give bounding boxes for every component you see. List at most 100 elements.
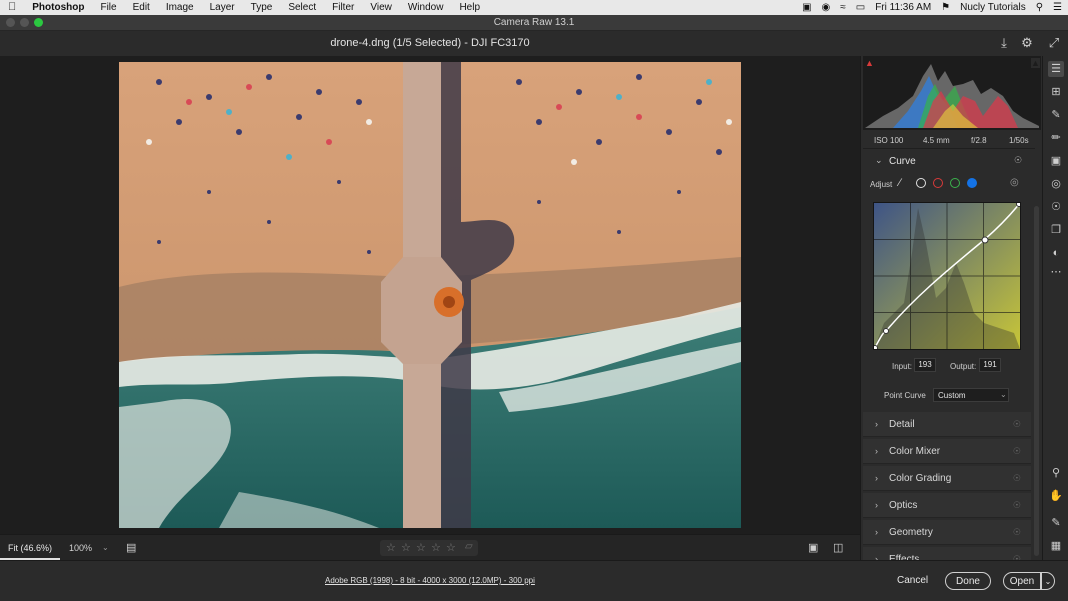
single-view-icon[interactable]: ▣	[808, 541, 818, 554]
red-eye-icon[interactable]: ☉	[1048, 199, 1064, 215]
menu-window[interactable]: Window	[400, 0, 452, 15]
edit-panel: ▲ ▲ ISO 100 4.5 mm f/2.8 1/50s ⌄ Curve ☉…	[860, 56, 1042, 560]
menu-select[interactable]: Select	[280, 0, 324, 15]
histogram[interactable]	[863, 56, 1041, 130]
workflow-options-link[interactable]: Adobe RGB (1998) - 8 bit - 4000 x 3000 (…	[325, 576, 535, 585]
curve-graph[interactable]	[872, 201, 1022, 351]
visibility-eye-icon[interactable]: ☉	[1013, 493, 1021, 518]
screen-record-icon[interactable]: ▣	[802, 2, 811, 13]
menu-type[interactable]: Type	[243, 0, 281, 15]
green-channel-circle-icon[interactable]	[950, 178, 960, 188]
drone-beach-image	[119, 62, 741, 528]
star-1-icon[interactable]: ☆	[386, 541, 396, 554]
curve-title: Curve	[889, 156, 916, 167]
menu-image[interactable]: Image	[158, 0, 202, 15]
menu-view[interactable]: View	[362, 0, 400, 15]
spotlight-search-icon[interactable]: ⚲	[1036, 2, 1043, 13]
airplay-icon[interactable]: ▭	[856, 2, 865, 13]
point-curve-select[interactable]: Custom ⌄	[933, 388, 1009, 402]
menubar:  Photoshop File Edit Image Layer Type S…	[0, 0, 1068, 15]
zoom-tool-icon[interactable]: ⚲	[1048, 465, 1064, 481]
visibility-eye-icon[interactable]: ☉	[1013, 520, 1021, 545]
section-label: Detail	[889, 419, 915, 430]
image-canvas[interactable]	[0, 56, 860, 534]
flag-icon[interactable]: ⚑	[941, 2, 950, 13]
delete-trash-icon[interactable]: ▱	[465, 541, 473, 552]
menu-filter[interactable]: Filter	[324, 0, 362, 15]
star-3-icon[interactable]: ☆	[416, 541, 426, 554]
menu-file[interactable]: File	[92, 0, 124, 15]
user-name[interactable]: Nucly Tutorials	[960, 2, 1026, 13]
star-4-icon[interactable]: ☆	[431, 541, 441, 554]
menu-edit[interactable]: Edit	[125, 0, 158, 15]
shadow-clipping-warning-icon[interactable]: ▲	[865, 58, 874, 68]
apple-icon[interactable]: 	[0, 0, 24, 15]
section-color-grading[interactable]: › Color Grading ☉	[863, 466, 1031, 491]
panel-scrollbar[interactable]	[1034, 206, 1039, 556]
graduated-filter-icon[interactable]: ▣	[1048, 153, 1064, 169]
snapshots-icon[interactable]: ❐	[1048, 222, 1064, 238]
footer: Adobe RGB (1998) - 8 bit - 4000 x 3000 (…	[0, 560, 1068, 601]
highlight-clipping-warning-icon[interactable]: ▲	[1031, 58, 1040, 68]
filmstrip-toggle-icon[interactable]: ▤	[126, 541, 136, 554]
zoom-dropdown-icon[interactable]: ⌄	[102, 543, 109, 552]
exif-aperture: f/2.8	[971, 136, 987, 145]
star-5-icon[interactable]: ☆	[446, 541, 456, 554]
clock[interactable]: Fri 11:36 AM	[875, 2, 931, 13]
visibility-eye-icon[interactable]: ☉	[1013, 466, 1021, 491]
menu-app-photoshop[interactable]: Photoshop	[24, 0, 92, 15]
done-button[interactable]: Done	[945, 572, 991, 590]
curve-visibility-eye-icon[interactable]: ☉	[1014, 155, 1022, 166]
crop-icon[interactable]: ⊞	[1048, 84, 1064, 100]
visibility-eye-icon[interactable]: ☉	[1013, 439, 1021, 464]
blue-channel-circle-icon[interactable]	[967, 178, 977, 188]
chevron-down-icon: ⌄	[1044, 577, 1052, 586]
input-label: Input:	[892, 362, 913, 371]
open-button[interactable]: Open	[1003, 572, 1041, 590]
healing-icon[interactable]: ✎	[1048, 107, 1064, 123]
hand-tool-icon[interactable]: ✋	[1048, 488, 1064, 504]
zoom-fit-label: Fit (46.6%)	[8, 543, 53, 553]
section-color-mixer[interactable]: › Color Mixer ☉	[863, 439, 1031, 464]
before-after-icon[interactable]: ◫	[833, 541, 843, 554]
menu-help[interactable]: Help	[451, 0, 488, 15]
section-detail[interactable]: › Detail ☉	[863, 412, 1031, 437]
section-effects[interactable]: › Effects ☉	[863, 547, 1031, 560]
input-field[interactable]: 193	[914, 358, 936, 372]
chevron-right-icon: ›	[875, 446, 878, 456]
curve-section-header[interactable]: ⌄ Curve ☉	[863, 150, 1031, 172]
brush-icon[interactable]: ✏	[1048, 130, 1064, 146]
output-field[interactable]: 191	[979, 358, 1001, 372]
chevron-right-icon: ›	[875, 500, 878, 510]
targeted-adjustment-icon[interactable]: ◎	[1010, 177, 1019, 188]
cancel-button[interactable]: Cancel	[897, 575, 928, 586]
adjust-label: Adjust	[870, 180, 893, 189]
drone-photo[interactable]	[119, 62, 741, 528]
exif-focal-length: 4.5 mm	[923, 136, 950, 145]
grid-overlay-icon[interactable]: ▦	[1048, 538, 1064, 554]
more-options-icon[interactable]: ⋯	[1048, 264, 1064, 280]
curve-graph-canvas	[872, 201, 1022, 351]
zoom-100-button[interactable]: 100%	[69, 543, 92, 553]
settings-gear-icon[interactable]: ⚙	[1019, 35, 1035, 51]
eyedropper-icon[interactable]: ✎	[1048, 515, 1064, 531]
menu-layer[interactable]: Layer	[202, 0, 243, 15]
wifi-icon[interactable]: ≈	[840, 2, 846, 13]
presets-icon[interactable]: ◐	[1048, 245, 1064, 261]
creative-cloud-icon[interactable]: ◉	[822, 2, 831, 13]
red-channel-circle-icon[interactable]	[933, 178, 943, 188]
menu-list-icon[interactable]: ☰	[1053, 2, 1062, 13]
divider	[863, 148, 1035, 149]
parametric-curve-icon[interactable]: ∕	[899, 177, 901, 189]
section-geometry[interactable]: › Geometry ☉	[863, 520, 1031, 545]
star-2-icon[interactable]: ☆	[401, 541, 411, 554]
open-options-dropdown[interactable]: ⌄	[1041, 572, 1055, 590]
point-curve-white-circle-icon[interactable]	[916, 178, 926, 188]
radial-filter-icon[interactable]: ◎	[1048, 176, 1064, 192]
fullscreen-icon[interactable]: ⤢	[1046, 35, 1062, 51]
section-optics[interactable]: › Optics ☉	[863, 493, 1031, 518]
visibility-eye-icon[interactable]: ☉	[1013, 547, 1021, 560]
save-image-icon[interactable]: ⤓	[996, 35, 1012, 51]
visibility-eye-icon[interactable]: ☉	[1013, 412, 1021, 437]
edit-sliders-icon[interactable]: ☰	[1048, 61, 1064, 77]
